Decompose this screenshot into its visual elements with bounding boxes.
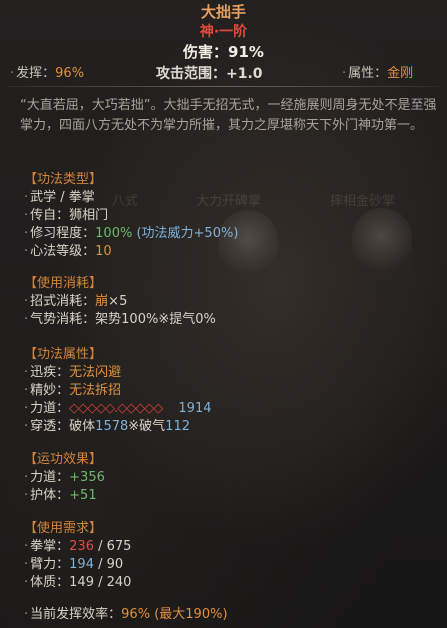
- pierce-qi-value: 112: [165, 419, 190, 434]
- level-value: 10: [95, 244, 112, 259]
- arm-required: / 90: [93, 557, 124, 572]
- section-cost-title: 【使用消耗】: [24, 276, 103, 291]
- arm-current: 194: [69, 557, 94, 572]
- section-props-title: 【功法属性】: [24, 347, 103, 362]
- performance-value: 96%: [55, 66, 85, 81]
- efficiency-value: 96%: [121, 607, 151, 622]
- bullet-dot: ·: [342, 66, 347, 81]
- body-label: 体质：: [30, 575, 70, 590]
- bullet-dot: ·: [24, 470, 29, 485]
- bullet-dot: ·: [24, 244, 29, 259]
- attribute-stat: · 属性：金刚: [342, 64, 413, 84]
- prop-speed: · 迅疾：无法闪避: [24, 364, 121, 382]
- efficiency-max: (最大190%): [154, 607, 228, 622]
- prop-force: · 力道：◇◇◇◇◇.◇◇◇◇◇ 1914: [24, 400, 212, 418]
- pierce-label: 穿透：: [30, 419, 70, 434]
- bullet-dot: ·: [24, 226, 29, 241]
- effect-guard-value: +51: [69, 488, 97, 503]
- bullet-dot: ·: [24, 190, 29, 205]
- skill-description: “大直若屈，大巧若拙”。大拙手无招无式，一经施展则周身无处不是至强掌力，四面八方…: [20, 98, 437, 133]
- source-label: 传自：: [30, 208, 70, 223]
- type-source: · 传自：狮相门: [24, 207, 108, 225]
- prop-finesse: · 精妙：无法拆招: [24, 382, 121, 400]
- move-cost-type: 崩: [95, 294, 109, 309]
- efficiency-line: · 当前发挥效率：96% (最大190%): [24, 606, 228, 624]
- bullet-dot: ·: [24, 488, 29, 503]
- stats-row: · 发挥：96% 攻击范围：+1.0 · 属性：金刚: [0, 64, 447, 84]
- source-value: 狮相门: [69, 208, 109, 223]
- type-mastery: · 修习程度：100% (功法威力+50%): [24, 225, 238, 243]
- bullet-dot: ·: [24, 383, 29, 398]
- skill-rank: 神·一阶: [199, 24, 248, 40]
- section-require-title: 【使用需求】: [24, 521, 103, 536]
- fist-current: 236: [69, 539, 94, 554]
- move-cost-label: 招式消耗：: [30, 294, 96, 309]
- effect-guard: · 护体：+51: [24, 487, 97, 505]
- effect-power-value: +356: [69, 470, 105, 485]
- attack-range: 攻击范围：+1.0: [156, 66, 263, 82]
- section-type-title: 【功法类型】: [24, 172, 103, 187]
- bullet-dot: ·: [24, 312, 29, 327]
- skill-tooltip: 大拙手 神·一阶 伤害：91% · 发挥：96% 攻击范围：+1.0 · 属性：金刚…: [0, 0, 447, 628]
- force-label: 力道：: [30, 401, 70, 416]
- pierce-body-value: 1578: [95, 419, 129, 434]
- force-diamond-icons: ◇◇◇◇◇.◇◇◇◇◇: [69, 401, 163, 416]
- bullet-dot: ·: [24, 294, 29, 309]
- cost-move: · 招式消耗：崩×5: [24, 293, 127, 311]
- prop-pierce: · 穿透：破体1578※破气112: [24, 418, 190, 436]
- bullet-dot: ·: [24, 419, 29, 434]
- attribute-value: 金刚: [387, 66, 414, 81]
- section-effect-title: 【运功效果】: [24, 452, 103, 467]
- pierce-qi-label: ※破气: [128, 419, 166, 434]
- bullet-dot: ·: [24, 539, 29, 554]
- skill-damage: 伤害：91%: [183, 43, 264, 61]
- skill-name: 大拙手: [200, 3, 246, 21]
- attribute-label: 属性：: [348, 66, 388, 81]
- finesse-label: 精妙：: [30, 383, 70, 398]
- bullet-dot: ·: [24, 401, 29, 416]
- bullet-dot: ·: [24, 607, 29, 622]
- mastery-value: 100%: [95, 226, 133, 241]
- speed-value: 无法闪避: [69, 365, 122, 380]
- performance-label: 发挥：: [16, 66, 56, 81]
- finesse-value: 无法拆招: [69, 383, 122, 398]
- bullet-dot: ·: [24, 208, 29, 223]
- require-fist: · 拳掌：236 / 675: [24, 538, 131, 556]
- body-required: / 240: [93, 575, 132, 590]
- divider: [8, 86, 439, 87]
- arm-label: 臂力：: [30, 557, 70, 572]
- fist-required: / 675: [93, 539, 132, 554]
- performance-stat: · 发挥：96%: [10, 64, 84, 84]
- bullet-dot: ·: [24, 575, 29, 590]
- mastery-label: 修习程度：: [30, 226, 96, 241]
- require-body: · 体质：149 / 240: [24, 574, 131, 592]
- pierce-body-label: 破体: [69, 419, 96, 434]
- tooltip-header: 大拙手 神·一阶 伤害：91%: [0, 2, 447, 62]
- body-current: 149: [69, 575, 94, 590]
- force-value: 1914: [178, 401, 212, 416]
- effect-power-label: 力道：: [30, 470, 70, 485]
- type-level: · 心法等级：10: [24, 243, 112, 261]
- cost-momentum: · 气势消耗：架势100%※提气0%: [24, 311, 216, 329]
- bullet-dot: ·: [24, 365, 29, 380]
- effect-power: · 力道：+356: [24, 469, 105, 487]
- effect-guard-label: 护体：: [30, 488, 70, 503]
- bullet-dot: ·: [24, 557, 29, 572]
- move-cost-multiplier: ×5: [108, 294, 128, 309]
- mastery-bonus: (功法威力+50%): [136, 226, 239, 241]
- school-value: 武学 / 拳掌: [30, 190, 95, 205]
- efficiency-label: 当前发挥效率：: [30, 607, 122, 622]
- fist-label: 拳掌：: [30, 539, 70, 554]
- momentum-cost-value: 架势100%※提气0%: [95, 312, 216, 327]
- level-label: 心法等级：: [30, 244, 96, 259]
- bullet-dot: ·: [10, 66, 15, 81]
- momentum-cost-label: 气势消耗：: [30, 312, 96, 327]
- require-arm: · 臂力：194 / 90: [24, 556, 123, 574]
- type-school: · 武学 / 拳掌: [24, 189, 95, 207]
- speed-label: 迅疾：: [30, 365, 70, 380]
